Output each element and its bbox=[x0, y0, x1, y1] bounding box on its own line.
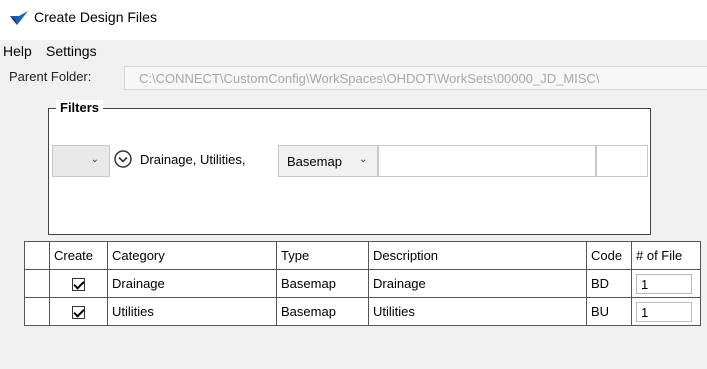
create-checkbox[interactable] bbox=[72, 278, 85, 292]
code-cell[interactable]: BU bbox=[586, 297, 632, 326]
title-bar: Create Design Files bbox=[0, 0, 707, 34]
chevron-down-icon: ⌄ bbox=[90, 154, 99, 165]
type-cell[interactable]: Basemap bbox=[276, 269, 369, 298]
col-num-files[interactable]: # of File bbox=[631, 241, 701, 270]
table-row[interactable]: Drainage Basemap Drainage BD 1 bbox=[24, 269, 701, 298]
grid-header-row: Create Category Type Description Code # … bbox=[24, 241, 701, 270]
type-filter-value: Basemap bbox=[287, 154, 342, 169]
type-filter-dropdown[interactable]: Basemap ⌄ bbox=[278, 145, 378, 177]
col-description[interactable]: Description bbox=[368, 241, 587, 270]
row-header[interactable] bbox=[24, 269, 50, 298]
col-create[interactable]: Create bbox=[49, 241, 108, 270]
num-files-input[interactable]: 1 bbox=[636, 273, 692, 294]
num-files-cell[interactable]: 1 bbox=[631, 297, 701, 326]
col-category[interactable]: Category bbox=[107, 241, 277, 270]
menu-bar: Help Settings bbox=[0, 40, 707, 62]
design-files-grid: Create Category Type Description Code # … bbox=[24, 241, 707, 339]
category-cell[interactable]: Utilities bbox=[107, 297, 277, 326]
selected-categories-text[interactable]: Drainage, Utilities, bbox=[140, 152, 246, 167]
parent-folder-field[interactable]: C:\CONNECT\CustomConfig\WorkSpaces\OHDOT… bbox=[124, 66, 707, 90]
filters-legend: Filters bbox=[56, 100, 104, 116]
create-checkbox[interactable] bbox=[72, 306, 85, 320]
description-cell[interactable]: Utilities bbox=[368, 297, 587, 326]
chevron-down-icon: ⌄ bbox=[359, 154, 368, 165]
description-filter-input[interactable] bbox=[378, 145, 596, 177]
col-type[interactable]: Type bbox=[276, 241, 369, 270]
create-checkbox-cell[interactable] bbox=[49, 269, 108, 298]
category-cell[interactable]: Drainage bbox=[107, 269, 277, 298]
description-cell[interactable]: Drainage bbox=[368, 269, 587, 298]
app-logo-icon bbox=[10, 11, 28, 25]
filter-operator-dropdown[interactable]: ⌄ bbox=[52, 145, 110, 177]
filter-row: ⌄ Drainage, Utilities, Basemap ⌄ bbox=[52, 145, 648, 177]
code-filter-input[interactable] bbox=[596, 145, 648, 177]
create-checkbox-cell[interactable] bbox=[49, 297, 108, 326]
menu-settings[interactable]: Settings bbox=[46, 43, 97, 59]
row-header-corner bbox=[24, 241, 50, 270]
type-cell[interactable]: Basemap bbox=[276, 297, 369, 326]
row-header[interactable] bbox=[24, 297, 50, 326]
col-code[interactable]: Code bbox=[586, 241, 632, 270]
menu-help[interactable]: Help bbox=[3, 43, 32, 59]
table-row[interactable]: Utilities Basemap Utilities BU 1 bbox=[24, 297, 701, 326]
code-cell[interactable]: BD bbox=[586, 269, 632, 298]
num-files-input[interactable]: 1 bbox=[636, 301, 692, 322]
parent-folder-label: Parent Folder: bbox=[9, 69, 92, 84]
window-title: Create Design Files bbox=[34, 9, 157, 25]
num-files-cell[interactable]: 1 bbox=[631, 269, 701, 298]
expand-circle-icon[interactable] bbox=[114, 150, 132, 168]
